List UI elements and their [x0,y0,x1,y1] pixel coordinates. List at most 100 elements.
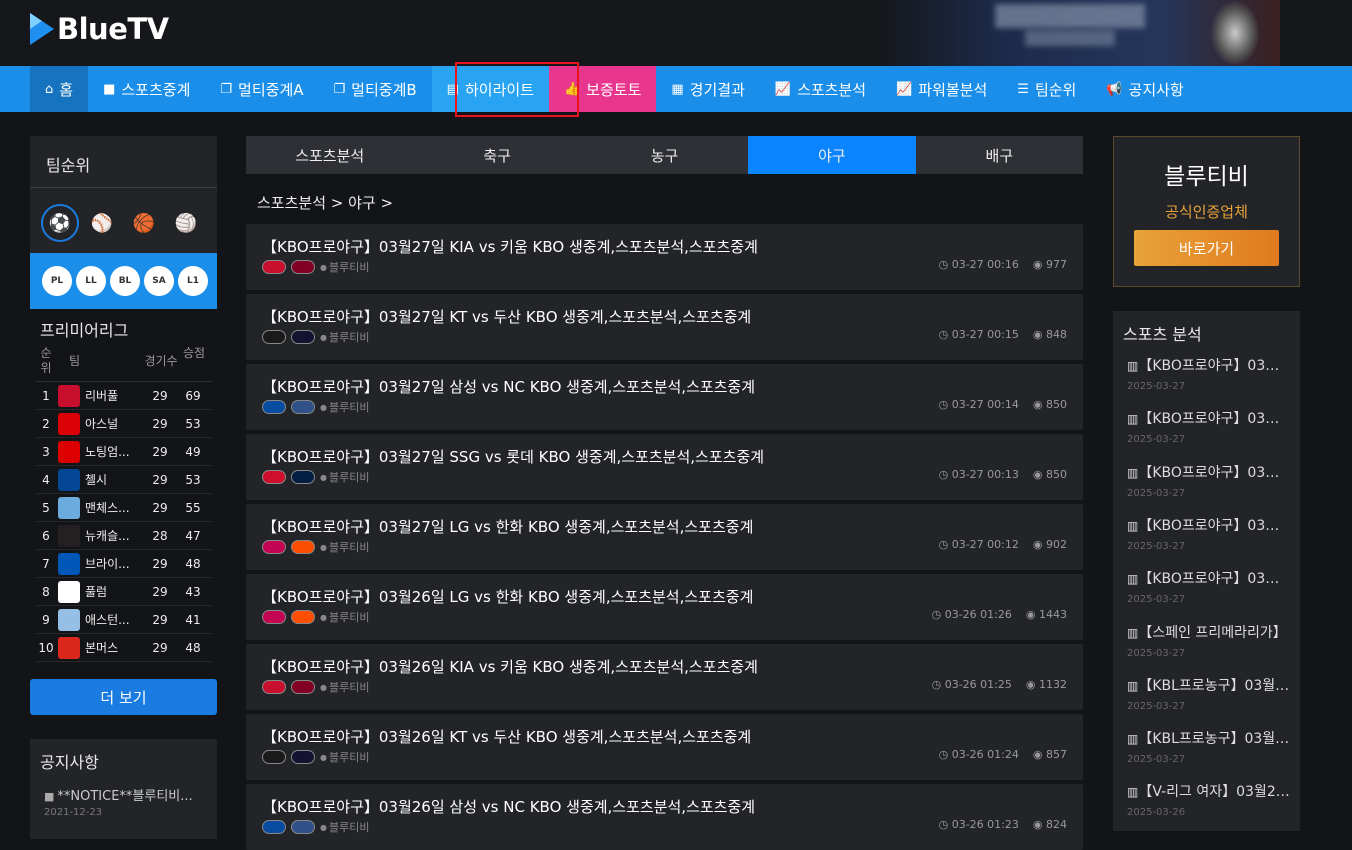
nav-items: ⌂ 홈 ■ 스포츠중계 ❐ 멀티중계A ❐ 멀티중계B ▤ 하이라이트 👍 보증토토 ▦ 경기결과 📈 스포츠… [30,66,1199,112]
tab-5[interactable]: 배구 [916,136,1083,174]
post-author: 블루티비 [328,821,370,834]
tab-1[interactable]: 스포츠분석 [246,136,413,174]
post-item[interactable]: 【KBO프로야구】03월26일 KIA vs 키움 KBO 생중계,스포츠분석,… [246,644,1083,710]
baseball-icon[interactable]: ⚾ [83,204,121,242]
post-item[interactable]: 【KBO프로야구】03월27일 LG vs 한화 KBO 생중계,스포츠분석,스… [246,504,1083,570]
nav-item-9[interactable]: 📈 파워볼분석 [881,66,1002,112]
played-cell: 29 [152,584,168,599]
post-title[interactable]: 【KBO프로야구】03월26일 LG vs 한화 KBO 생중계,스포츠분석,스… [262,586,753,607]
video-icon: ■ [44,790,55,803]
post-title[interactable]: 【KBO프로야구】03월27일 LG vs 한화 KBO 생중계,스포츠분석,스… [262,516,753,537]
post-title[interactable]: 【KBO프로야구】03월26일 KT vs 두산 KBO 생중계,스포츠분석,스… [262,726,751,747]
post-meta: ● 블루티비 [262,749,369,765]
post-title[interactable]: 【KBO프로야구】03월26일 KIA vs 키움 KBO 생중계,스포츠분석,… [262,656,758,677]
volleyball-icon[interactable]: 🏐 [167,204,205,242]
nav-item-6[interactable]: 👍 보증토토 [548,66,657,112]
post-title[interactable]: 【KBO프로야구】03월27일 삼성 vs NC KBO 생중계,스포츠분석,스… [262,376,755,397]
table-row[interactable]: 5 맨체스... 29 55 [36,494,212,522]
post-time-wrap: ◷ 03-26 01:26 [932,608,1012,621]
go-button[interactable]: 바로가기 [1134,230,1279,266]
analysis-item[interactable]: ▥【KBO프로야구】03월27일 2025-03-27 [1127,355,1292,392]
post-title[interactable]: 【KBO프로야구】03월27일 KIA vs 키움 KBO 생중계,스포츠분석,… [262,236,758,257]
post-item[interactable]: 【KBO프로야구】03월26일 삼성 vs NC KBO 생중계,스포츠분석,스… [246,784,1083,850]
table-row[interactable]: 6 뉴캐슬... 28 47 [36,522,212,550]
analysis-item-date: 2025-03-26 [1127,807,1186,819]
table-row[interactable]: 1 리버풀 29 69 [36,382,212,410]
tab-4[interactable]: 야구 [748,136,916,174]
tab-2[interactable]: 축구 [413,136,580,174]
post-title[interactable]: 【KBO프로야구】03월26일 삼성 vs NC KBO 생중계,스포츠분석,스… [262,796,755,817]
team-badge-icon [291,470,315,484]
team-name-cell: 브라이... [85,557,130,571]
analysis-item-date: 2025-03-27 [1127,754,1186,766]
analysis-item[interactable]: ▥【KBL프로농구】03월27일 2025-03-27 [1127,675,1292,712]
basketball-icon[interactable]: 🏀 [125,204,163,242]
post-item[interactable]: 【KBO프로야구】03월27일 삼성 vs NC KBO 생중계,스포츠분석,스… [246,364,1083,430]
table-row[interactable]: 10 본머스 29 48 [36,634,212,662]
serie-a-logo[interactable]: SA [144,266,174,296]
analysis-item-date: 2025-03-27 [1127,700,1186,712]
team-logo-cell [56,524,81,547]
league-name: 프리미어리그 [40,321,129,340]
post-item[interactable]: 【KBO프로야구】03월27일 KT vs 두산 KBO 생중계,스포츠분석,스… [246,294,1083,360]
laliga-logo[interactable]: LL [76,266,106,296]
analysis-item[interactable]: ▥【KBO프로야구】03월27일 2025-03-27 [1127,568,1292,605]
analysis-item[interactable]: ▥【KBL프로농구】03월27일 2025-03-27 [1127,728,1292,765]
tab-3[interactable]: 농구 [581,136,748,174]
nav-item-label: 보증토토 [586,80,642,99]
eye-icon: ◉ [1032,468,1046,481]
more-button[interactable]: 더 보기 [30,679,217,715]
site-logo[interactable]: BlueTV [30,12,169,46]
post-item[interactable]: 【KBO프로야구】03월26일 KT vs 두산 KBO 생중계,스포츠분석,스… [246,714,1083,780]
nav-item-2[interactable]: ■ 스포츠중계 [88,66,205,112]
post-title[interactable]: 【KBO프로야구】03월27일 KT vs 두산 KBO 생중계,스포츠분석,스… [262,306,751,327]
analysis-item[interactable]: ▥【KBO프로야구】03월27일 2025-03-27 [1127,515,1292,552]
post-item[interactable]: 【KBO프로야구】03월27일 SSG vs 롯데 KBO 생중계,스포츠분석,… [246,434,1083,500]
header-banner[interactable] [880,0,1280,66]
eye-icon: ◉ [1025,678,1039,691]
nav-item-1[interactable]: ⌂ 홈 [30,66,89,112]
notice-item[interactable]: ■ **NOTICE**블루티비... [44,785,193,804]
nav-item-7[interactable]: ▦ 경기결과 [656,66,760,112]
analysis-item-title: ▥【KBL프로농구】03월27일 [1127,728,1292,748]
nav-item-10[interactable]: ☰ 팀순위 [1002,66,1091,112]
analysis-item[interactable]: ▥【KBO프로야구】03월27일 2025-03-27 [1127,408,1292,445]
nav-item-8[interactable]: 📈 스포츠분석 [760,66,881,112]
standings-table: 순위 팀 경기수 승점 1 리버풀 29 69 2 아스널 29 53 3 노팅엄... 29 49 4… [36,344,212,662]
post-time-wrap: ◷ 03-26 01:24 [939,748,1019,761]
post-item[interactable]: 【KBO프로야구】03월26일 LG vs 한화 KBO 생중계,스포츠분석,스… [246,574,1083,640]
notice-item-title: **NOTICE**블루티비... [57,789,193,804]
post-author: 블루티비 [328,471,370,484]
table-row[interactable]: 7 브라이... 29 48 [36,550,212,578]
table-row[interactable]: 4 첼시 29 53 [36,466,212,494]
points-cell: 48 [185,556,201,571]
post-item[interactable]: 【KBO프로야구】03월27일 KIA vs 키움 KBO 생중계,스포츠분석,… [246,224,1083,290]
post-views-wrap: ◉ 850 [1033,398,1067,411]
analysis-item-text: 【KBO프로야구】03월27일 [1138,358,1292,374]
post-title[interactable]: 【KBO프로야구】03월27일 SSG vs 롯데 KBO 생중계,스포츠분석,… [262,446,764,467]
team-crest-icon [57,468,80,491]
bundesliga-logo[interactable]: BL [110,266,140,296]
table-row[interactable]: 3 노팅엄... 29 49 [36,438,212,466]
promo-panel: 블루티비 공식인증업체 바로가기 [1113,136,1300,287]
team-crest-icon [57,384,80,407]
nav-item-4[interactable]: ❐ 멀티중계B [319,66,432,112]
analysis-item[interactable]: ▥【KBO프로야구】03월27일 2025-03-27 [1127,462,1292,499]
points-cell: 48 [185,640,201,655]
premier-league-logo[interactable]: PL [42,266,72,296]
team-badge-icon [262,470,286,484]
clock-icon: ◷ [938,398,952,411]
analysis-item[interactable]: ▥【스페인 프리메라리가】 2025-03-27 [1127,622,1292,659]
analysis-item[interactable]: ▥【V-리그 여자】03월26일 2025-03-26 [1127,781,1292,818]
soccer-ball-icon[interactable]: ⚽ [41,204,79,242]
line-chart-icon: 📈 [774,81,792,97]
nav-item-11[interactable]: 📢 공지사항 [1091,66,1198,112]
nav-item-5[interactable]: ▤ 하이라이트 [431,66,549,112]
ligue1-logo[interactable]: L1 [178,266,208,296]
table-row[interactable]: 9 애스턴... 29 41 [36,606,212,634]
table-row[interactable]: 8 풀럼 29 43 [36,578,212,606]
nav-item-3[interactable]: ❐ 멀티중계A [205,66,318,112]
eye-icon: ◉ [1032,538,1046,551]
table-row[interactable]: 2 아스널 29 53 [36,410,212,438]
team-header: 팀 [69,354,81,368]
